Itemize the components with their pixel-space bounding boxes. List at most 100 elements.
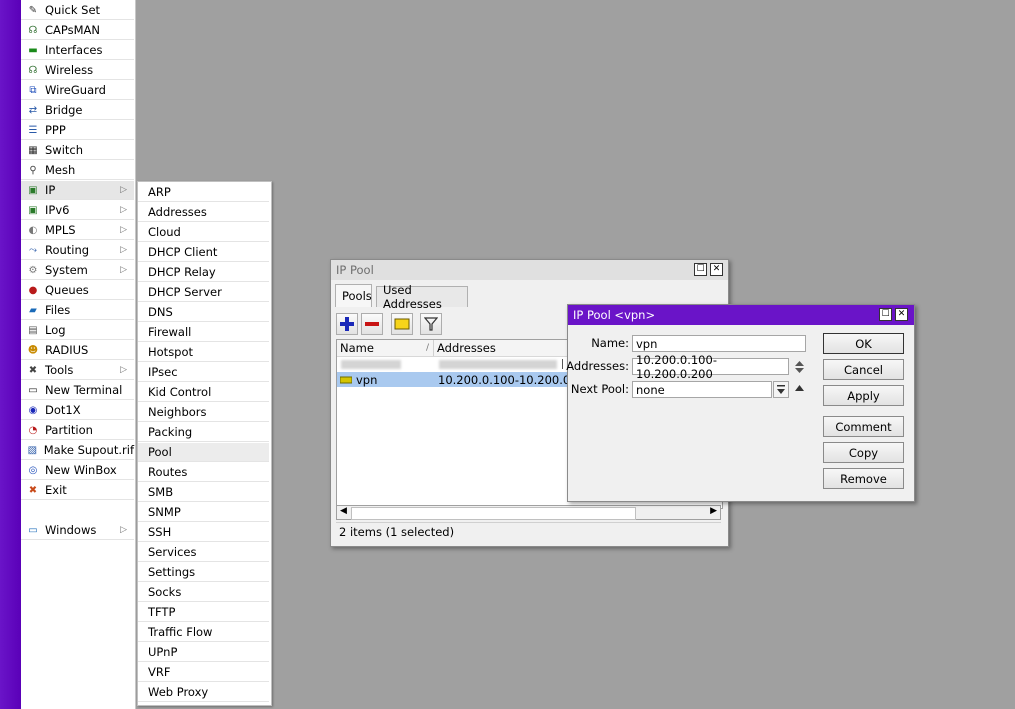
submenu-item-addresses[interactable]: Addresses	[138, 203, 269, 222]
submenu-item-traffic-flow[interactable]: Traffic Flow	[138, 623, 269, 642]
tab-pools[interactable]: Pools	[335, 284, 372, 307]
apply-button[interactable]: Apply	[823, 385, 904, 406]
dialog-close-icon: ✕	[897, 309, 906, 319]
submenu-item-smb[interactable]: SMB	[138, 483, 269, 502]
add-button[interactable]	[336, 313, 358, 335]
addresses-field[interactable]: 10.200.0.100-10.200.0.200	[632, 353, 789, 381]
menu-item-label: Switch	[45, 143, 84, 157]
menu-item-label: IPv6	[45, 203, 70, 217]
menu-item-tools[interactable]: ✖ Tools ▷	[21, 361, 134, 380]
submenu-item-ssh[interactable]: SSH	[138, 523, 269, 542]
submenu-item-dns[interactable]: DNS	[138, 303, 269, 322]
vpn-dialog-titlebar[interactable]: IP Pool <vpn>	[568, 305, 914, 325]
menu-item-new-terminal[interactable]: ▭ New Terminal	[21, 381, 134, 400]
ip-pool-titlebar[interactable]: IP Pool	[331, 260, 728, 280]
menu-item-label: New Terminal	[45, 383, 123, 397]
next-pool-select[interactable]: none	[632, 381, 772, 398]
minus-icon	[365, 322, 379, 326]
menu-item-new-winbox[interactable]: ◎ New WinBox	[21, 461, 134, 480]
menu-item-ppp[interactable]: ☰ PPP	[21, 121, 134, 140]
menu-item-system[interactable]: ⚙ System ▷	[21, 261, 134, 280]
menu-item-ipv6[interactable]: ▣ IPv6 ▷	[21, 201, 134, 220]
terminal-icon: ▭	[28, 384, 38, 396]
submenu-item-dhcp-relay[interactable]: DHCP Relay	[138, 263, 269, 282]
menu-item-log[interactable]: ▤ Log	[21, 321, 134, 340]
menu-item-mpls[interactable]: ◐ MPLS ▷	[21, 221, 134, 240]
ip-icon: ▣	[28, 184, 38, 196]
name-field[interactable]: vpn	[632, 335, 806, 352]
menu-item-files[interactable]: ▰ Files	[21, 301, 134, 320]
menu-item-wireguard[interactable]: ⧉ WireGuard	[21, 81, 134, 100]
horizontal-scrollbar[interactable]: ◀ ▶	[336, 505, 721, 520]
tab-used-addresses[interactable]: Used Addresses	[376, 283, 468, 311]
submenu-item-socks[interactable]: Socks	[138, 583, 269, 602]
comment-button[interactable]	[391, 313, 413, 335]
menu-item-bridge[interactable]: ⇄ Bridge	[21, 101, 134, 120]
menu-item-make-supout-rif[interactable]: ▧ Make Supout.rif	[21, 441, 134, 460]
remove-button[interactable]: Remove	[823, 468, 904, 489]
addresses-up-down-icon[interactable]	[794, 360, 805, 374]
remove-button[interactable]	[361, 313, 383, 335]
next-pool-up-icon[interactable]	[794, 383, 805, 393]
submenu-item-hotspot[interactable]: Hotspot	[138, 343, 269, 362]
submenu-item-ipsec[interactable]: IPsec	[138, 363, 269, 382]
submenu-item-snmp[interactable]: SNMP	[138, 503, 269, 522]
row-name: vpn	[356, 372, 378, 387]
redacted-addresses	[439, 360, 557, 369]
close-button[interactable]: ✕	[710, 263, 723, 276]
windows-icon: ▭	[28, 524, 38, 536]
cancel-button[interactable]: Cancel	[823, 359, 904, 380]
submenu-item-dhcp-client[interactable]: DHCP Client	[138, 243, 269, 262]
submenu-item-pool[interactable]: Pool	[138, 443, 269, 462]
menu-item-exit[interactable]: ✖ Exit	[21, 481, 134, 500]
menu-item-label: Partition	[45, 423, 93, 437]
menu-item-quick-set[interactable]: ✎ Quick Set	[21, 1, 134, 20]
menu-item-switch[interactable]: ▦ Switch	[21, 141, 134, 160]
next-pool-dropdown-button[interactable]	[773, 381, 789, 398]
menu-item-queues[interactable]: ● Queues	[21, 281, 134, 300]
ok-button[interactable]: OK	[823, 333, 904, 354]
scroll-thumb[interactable]	[351, 507, 636, 520]
menu-item-ip[interactable]: ▣ IP ▷	[21, 181, 134, 200]
copy-button[interactable]: Copy	[823, 442, 904, 463]
submenu-item-settings[interactable]: Settings	[138, 563, 269, 582]
queues-icon: ●	[28, 284, 38, 296]
submenu-item-tftp[interactable]: TFTP	[138, 603, 269, 622]
menu-item-routing[interactable]: ⤳ Routing ▷	[21, 241, 134, 260]
status-bar: 2 items (1 selected)	[336, 522, 721, 540]
scroll-right-icon[interactable]: ▶	[710, 506, 717, 516]
menu-item-interfaces[interactable]: ▬ Interfaces	[21, 41, 134, 60]
menu-item-wireless[interactable]: ☊ Wireless	[21, 61, 134, 80]
submenu-item-cloud[interactable]: Cloud	[138, 223, 269, 242]
submenu-arrow-icon: ▷	[120, 265, 127, 275]
submenu-item-kid-control[interactable]: Kid Control	[138, 383, 269, 402]
filter-button[interactable]	[420, 313, 442, 335]
vpn-pool-dialog: IP Pool <vpn> ☐ ✕ Name: vpn Addresses: 1…	[566, 304, 915, 502]
dot1x-icon: ◉	[28, 404, 38, 416]
menu-item-partition[interactable]: ◔ Partition	[21, 421, 134, 440]
scroll-left-icon[interactable]: ◀	[340, 506, 347, 516]
submenu-item-web-proxy[interactable]: Web Proxy	[138, 683, 269, 702]
menu-item-radius[interactable]: ☻ RADIUS	[21, 341, 134, 360]
menu-item-mesh[interactable]: ⚲ Mesh	[21, 161, 134, 180]
dialog-close-button[interactable]: ✕	[895, 308, 908, 321]
submenu-item-firewall[interactable]: Firewall	[138, 323, 269, 342]
submenu-item-routes[interactable]: Routes	[138, 463, 269, 482]
menu-item-capsman[interactable]: ☊ CAPsMAN	[21, 21, 134, 40]
submenu-item-upnp[interactable]: UPnP	[138, 643, 269, 662]
menu-item-windows[interactable]: ▭ Windows ▷	[21, 521, 134, 540]
submenu-item-arp[interactable]: ARP	[138, 183, 269, 202]
comment-button[interactable]: Comment	[823, 416, 904, 437]
dialog-restore-button[interactable]: ☐	[879, 308, 892, 321]
restore-button[interactable]: ☐	[694, 263, 707, 276]
wand-icon: ✎	[28, 4, 38, 16]
menu-item-label: IP	[45, 183, 56, 197]
submenu-item-dhcp-server[interactable]: DHCP Server	[138, 283, 269, 302]
submenu-arrow-icon: ▷	[120, 365, 127, 375]
submenu-item-neighbors[interactable]: Neighbors	[138, 403, 269, 422]
submenu-item-services[interactable]: Services	[138, 543, 269, 562]
menu-item-dot1x[interactable]: ◉ Dot1X	[21, 401, 134, 420]
submenu-item-vrf[interactable]: VRF	[138, 663, 269, 682]
submenu-item-packing[interactable]: Packing	[138, 423, 269, 442]
column-header-name[interactable]: Name /	[337, 340, 434, 356]
